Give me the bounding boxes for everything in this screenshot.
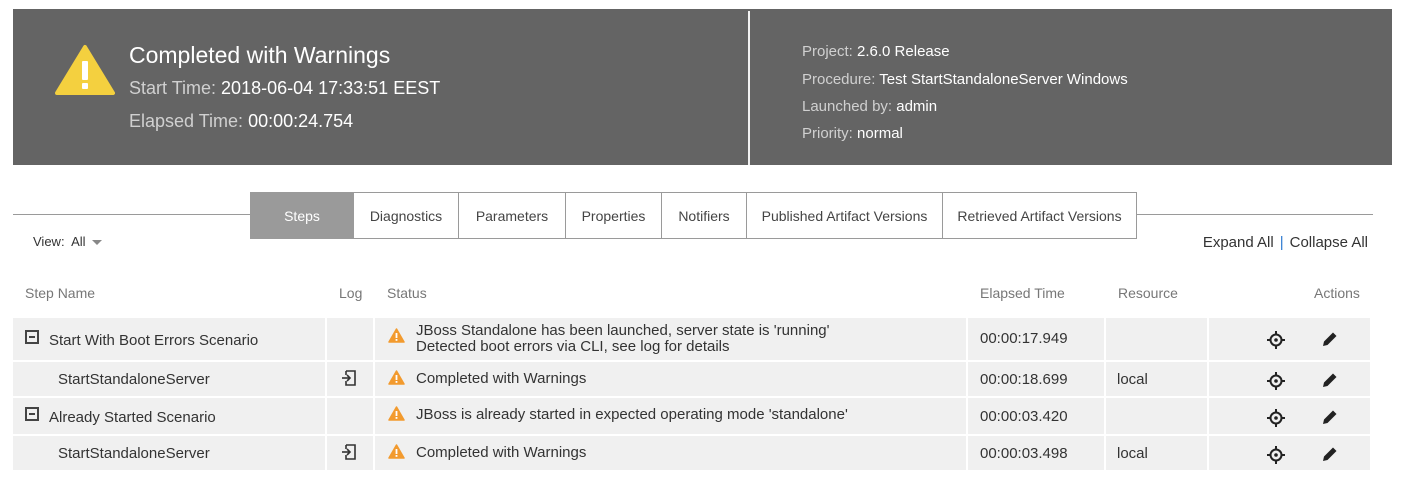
status-text: Completed with Warnings: [416, 370, 587, 387]
tab-retrieved-artifact-versions[interactable]: Retrieved Artifact Versions: [943, 192, 1137, 239]
crosshair-icon[interactable]: [1267, 331, 1285, 349]
step-name-cell: Start With Boot Errors Scenario: [13, 318, 325, 360]
crosshair-icon[interactable]: [1267, 409, 1285, 427]
column-resource[interactable]: Resource: [1118, 285, 1178, 301]
warning-icon: [388, 328, 405, 343]
status-text-detail: Detected boot errors via CLI, see log fo…: [416, 338, 730, 355]
log-cell: [327, 362, 373, 396]
status-text: JBoss Standalone has been launched, serv…: [416, 322, 830, 339]
actions-cell: [1209, 398, 1370, 434]
expand-all-link[interactable]: Expand All: [1203, 234, 1274, 251]
crosshair-icon[interactable]: [1267, 446, 1285, 464]
step-name-cell: Already Started Scenario: [13, 398, 325, 434]
log-icon[interactable]: [341, 444, 357, 460]
collapse-box-icon[interactable]: [25, 407, 39, 421]
log-cell: [327, 318, 373, 360]
tab-properties[interactable]: Properties: [566, 192, 662, 239]
crosshair-icon[interactable]: [1267, 372, 1285, 390]
warning-icon: [55, 45, 115, 95]
job-summary-header: Completed with Warnings Start Time: 2018…: [13, 9, 1392, 165]
warning-icon: [388, 444, 405, 459]
elapsed-cell: 00:00:17.949: [968, 318, 1104, 360]
resource-cell: [1106, 318, 1207, 360]
step-name-cell: StartStandaloneServer: [13, 362, 325, 396]
column-elapsed-time[interactable]: Elapsed Time: [980, 285, 1065, 301]
elapsed-value: 00:00:03.498: [980, 445, 1068, 462]
table-row: Already Started Scenario JBoss is alread…: [13, 398, 1370, 434]
table-row: StartStandaloneServer Completed with War…: [13, 362, 1370, 396]
column-step-name[interactable]: Step Name: [25, 285, 95, 301]
procedure-info: Procedure: Test StartStandaloneServer Wi…: [802, 71, 1128, 88]
column-actions: Actions: [1314, 285, 1360, 301]
job-status-title: Completed with Warnings: [129, 42, 391, 68]
elapsed-time: Elapsed Time: 00:00:24.754: [129, 111, 354, 131]
tab-steps[interactable]: Steps: [250, 192, 354, 239]
collapse-box-icon[interactable]: [25, 330, 39, 344]
resource-value[interactable]: local: [1117, 445, 1148, 462]
column-status[interactable]: Status: [387, 285, 427, 301]
start-time: Start Time: 2018-06-04 17:33:51 EEST: [129, 78, 441, 98]
tab-diagnostics[interactable]: Diagnostics: [354, 192, 459, 239]
resource-cell: [1106, 398, 1207, 434]
resource-cell: local: [1106, 436, 1207, 470]
expand-collapse-controls: Expand All | Collapse All: [1203, 234, 1368, 251]
elapsed-cell: 00:00:03.420: [968, 398, 1104, 434]
actions-cell: [1209, 362, 1370, 396]
status-cell: Completed with Warnings: [375, 362, 966, 396]
tab-notifiers[interactable]: Notifiers: [662, 192, 747, 239]
actions-cell: [1209, 318, 1370, 360]
table-row: StartStandaloneServer Completed with War…: [13, 436, 1370, 470]
step-name[interactable]: StartStandaloneServer: [58, 371, 210, 388]
header-divider: [748, 11, 750, 165]
tab-published-artifact-versions[interactable]: Published Artifact Versions: [747, 192, 943, 239]
resource-value[interactable]: local: [1117, 371, 1148, 388]
elapsed-cell: 00:00:18.699: [968, 362, 1104, 396]
step-name[interactable]: StartStandaloneServer: [58, 445, 210, 462]
log-cell: [327, 436, 373, 470]
status-cell: Completed with Warnings: [375, 436, 966, 470]
status-cell: JBoss Standalone has been launched, serv…: [375, 318, 966, 360]
table-row: Start With Boot Errors Scenario JBoss St…: [13, 318, 1370, 360]
view-filter-value: All: [71, 234, 86, 249]
step-name[interactable]: Already Started Scenario: [49, 409, 216, 426]
status-text: Completed with Warnings: [416, 444, 587, 461]
view-filter[interactable]: View: All: [33, 234, 102, 249]
launched-by-info: Launched by: admin: [802, 98, 938, 115]
warning-icon: [388, 370, 405, 385]
step-name[interactable]: Start With Boot Errors Scenario: [49, 332, 258, 349]
pencil-icon[interactable]: [1321, 330, 1339, 348]
resource-cell: local: [1106, 362, 1207, 396]
separator: |: [1279, 234, 1284, 251]
status-text: JBoss is already started in expected ope…: [416, 406, 848, 423]
chevron-down-icon: [91, 240, 102, 246]
elapsed-value: 00:00:03.420: [980, 408, 1068, 425]
status-cell: JBoss is already started in expected ope…: [375, 398, 966, 434]
elapsed-cell: 00:00:03.498: [968, 436, 1104, 470]
column-log: Log: [339, 285, 363, 301]
log-icon[interactable]: [341, 370, 357, 386]
tab-bar: Steps Diagnostics Parameters Properties …: [250, 192, 1137, 239]
actions-cell: [1209, 436, 1370, 470]
project-info: Project: 2.6.0 Release: [802, 43, 950, 60]
warning-icon: [388, 406, 405, 421]
priority-info: Priority: normal: [802, 125, 903, 142]
collapse-all-link[interactable]: Collapse All: [1290, 234, 1368, 251]
pencil-icon[interactable]: [1321, 408, 1339, 426]
tab-parameters[interactable]: Parameters: [459, 192, 566, 239]
elapsed-value: 00:00:18.699: [980, 371, 1068, 388]
pencil-icon[interactable]: [1321, 445, 1339, 463]
step-name-cell: StartStandaloneServer: [13, 436, 325, 470]
log-cell: [327, 398, 373, 434]
elapsed-value: 00:00:17.949: [980, 330, 1068, 347]
pencil-icon[interactable]: [1321, 371, 1339, 389]
